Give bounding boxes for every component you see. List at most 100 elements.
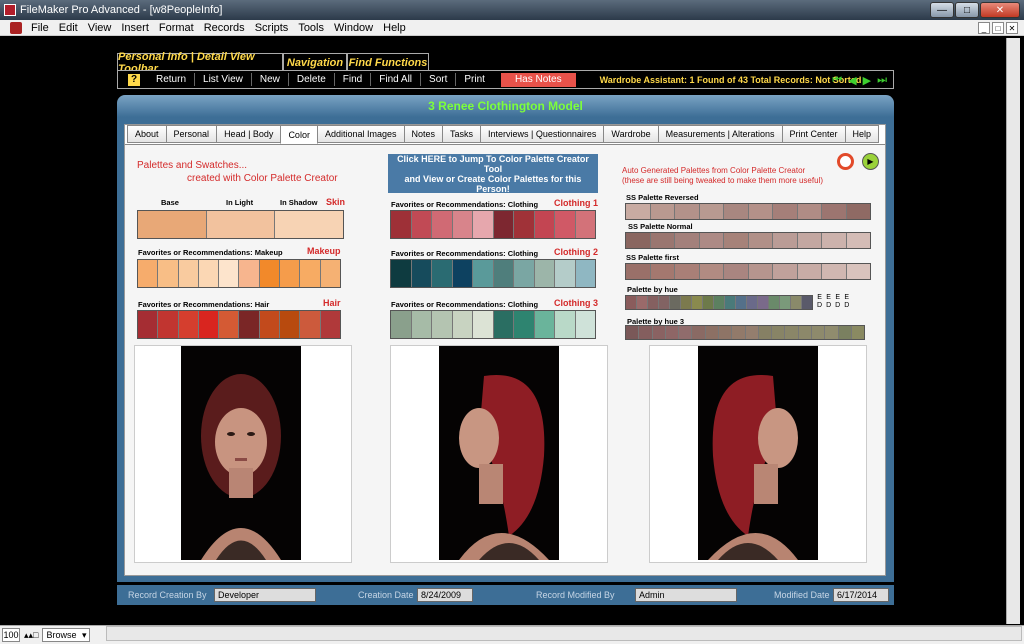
tab-about[interactable]: About	[127, 125, 167, 143]
doc-restore-icon[interactable]: □	[992, 22, 1004, 34]
color-swatch[interactable]	[626, 264, 651, 279]
color-swatch[interactable]	[650, 264, 675, 279]
color-swatch[interactable]	[773, 264, 798, 279]
close-icon[interactable]: ✕	[980, 2, 1020, 18]
color-swatch[interactable]	[259, 260, 281, 287]
menu-file[interactable]: File	[26, 22, 54, 34]
tab-print-center[interactable]: Print Center	[781, 125, 846, 143]
color-swatch[interactable]	[493, 260, 514, 287]
color-swatch[interactable]	[178, 260, 199, 287]
next-record-icon[interactable]: ▶	[863, 74, 871, 87]
color-swatch[interactable]	[822, 233, 847, 248]
tab-find-functions[interactable]: Find Functions	[347, 53, 429, 71]
color-swatch[interactable]	[473, 311, 494, 338]
menu-edit[interactable]: Edit	[54, 22, 83, 34]
tab-measurements[interactable]: Measurements | Alterations	[657, 125, 783, 143]
find-all-button[interactable]: Find All	[371, 73, 422, 86]
color-swatch[interactable]	[320, 260, 340, 287]
color-swatch[interactable]	[473, 211, 494, 238]
color-swatch[interactable]	[575, 260, 595, 287]
color-swatch[interactable]	[670, 296, 681, 309]
color-swatch[interactable]	[219, 311, 240, 338]
minimize-icon[interactable]: —	[930, 2, 954, 18]
color-swatch[interactable]	[626, 204, 651, 219]
color-swatch[interactable]	[178, 311, 199, 338]
color-swatch[interactable]	[838, 326, 852, 339]
color-swatch[interactable]	[391, 211, 412, 238]
color-swatch[interactable]	[138, 211, 207, 238]
color-swatch[interactable]	[679, 326, 693, 339]
horizontal-scrollbar[interactable]	[106, 626, 1022, 641]
color-swatch[interactable]	[699, 233, 724, 248]
tab-notes[interactable]: Notes	[403, 125, 444, 143]
color-swatch[interactable]	[534, 311, 555, 338]
color-swatch[interactable]	[452, 211, 473, 238]
color-swatch[interactable]	[626, 326, 640, 339]
color-swatch[interactable]	[772, 326, 786, 339]
color-swatch[interactable]	[851, 326, 865, 339]
return-button[interactable]: Return	[148, 73, 196, 86]
color-swatch[interactable]	[493, 311, 514, 338]
list-view-button[interactable]: List View	[195, 73, 252, 86]
color-swatch[interactable]	[745, 326, 759, 339]
jump-to-palette-creator-button[interactable]: Click HERE to Jump To Color Palette Crea…	[388, 154, 598, 194]
color-swatch[interactable]	[626, 233, 651, 248]
color-swatch[interactable]	[724, 264, 749, 279]
color-swatch[interactable]	[797, 204, 822, 219]
color-swatch[interactable]	[725, 296, 736, 309]
maximize-icon[interactable]: □	[955, 2, 979, 18]
menu-tools[interactable]: Tools	[293, 22, 329, 34]
color-swatch[interactable]	[769, 296, 780, 309]
color-swatch[interactable]	[275, 211, 344, 238]
color-swatch[interactable]	[138, 311, 159, 338]
color-swatch[interactable]	[797, 233, 822, 248]
zoom-icons[interactable]: ▴▴□	[24, 630, 38, 641]
color-swatch[interactable]	[514, 260, 535, 287]
color-swatch[interactable]	[736, 296, 747, 309]
color-swatch[interactable]	[724, 204, 749, 219]
color-swatch[interactable]	[699, 204, 724, 219]
color-swatch[interactable]	[724, 233, 749, 248]
color-swatch[interactable]	[452, 260, 473, 287]
color-swatch[interactable]	[432, 311, 453, 338]
last-record-icon[interactable]: ⏭	[877, 74, 887, 87]
color-swatch[interactable]	[259, 311, 281, 338]
tab-personal[interactable]: Personal	[165, 125, 218, 143]
color-swatch[interactable]	[239, 260, 260, 287]
color-swatch[interactable]	[219, 260, 240, 287]
tab-interviews[interactable]: Interviews | Questionnaires	[480, 125, 605, 143]
new-button[interactable]: New	[252, 73, 289, 86]
color-swatch[interactable]	[825, 326, 839, 339]
color-swatch[interactable]	[802, 296, 812, 309]
color-swatch[interactable]	[758, 326, 773, 339]
color-swatch[interactable]	[773, 233, 798, 248]
color-swatch[interactable]	[239, 311, 260, 338]
menu-window[interactable]: Window	[329, 22, 378, 34]
color-swatch[interactable]	[534, 260, 555, 287]
tab-additional-images[interactable]: Additional Images	[316, 125, 405, 143]
color-swatch[interactable]	[514, 311, 535, 338]
mode-select[interactable]: Browse ▾	[42, 628, 91, 642]
color-swatch[interactable]	[300, 311, 321, 338]
color-swatch[interactable]	[391, 311, 412, 338]
creation-by-field[interactable]: Developer	[214, 588, 316, 602]
color-swatch[interactable]	[432, 260, 453, 287]
color-swatch[interactable]	[699, 264, 724, 279]
tab-personal-info-toolbar[interactable]: Personal Info | Detail View Toolbar	[117, 51, 283, 75]
color-swatch[interactable]	[652, 326, 666, 339]
color-swatch[interactable]	[773, 204, 798, 219]
color-swatch[interactable]	[748, 204, 773, 219]
help-icon[interactable]: ?	[128, 73, 140, 86]
zoom-level[interactable]: 100	[2, 628, 20, 642]
color-swatch[interactable]	[846, 264, 870, 279]
color-swatch[interactable]	[555, 311, 576, 338]
color-swatch[interactable]	[846, 204, 870, 219]
color-swatch[interactable]	[158, 311, 179, 338]
color-swatch[interactable]	[692, 326, 706, 339]
color-swatch[interactable]	[732, 326, 746, 339]
color-swatch[interactable]	[748, 264, 773, 279]
color-swatch[interactable]	[714, 296, 725, 309]
color-swatch[interactable]	[650, 204, 675, 219]
color-swatch[interactable]	[493, 211, 514, 238]
color-swatch[interactable]	[797, 264, 822, 279]
